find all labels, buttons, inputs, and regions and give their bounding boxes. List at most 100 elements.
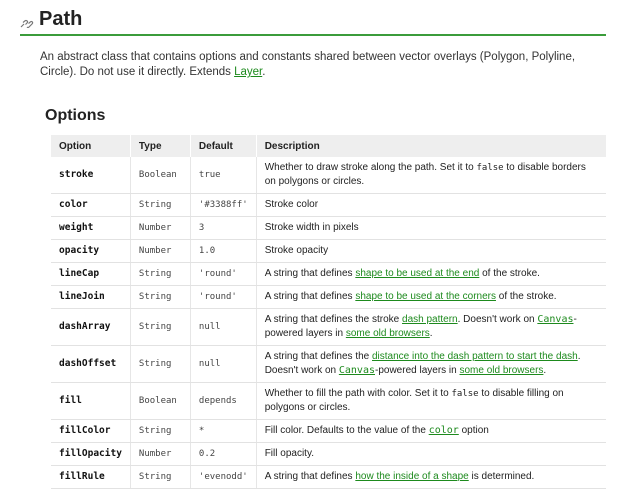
option-name: weight: [51, 216, 131, 240]
option-type: String: [130, 262, 191, 286]
link-icon[interactable]: [20, 18, 34, 28]
doc-link[interactable]: how the inside of a shape: [355, 471, 468, 482]
option-type: Boolean: [130, 157, 191, 194]
options-table: Option Type Default Description stroke Bo…: [51, 135, 606, 489]
doc-link[interactable]: some old browsers: [459, 365, 543, 376]
doc-link[interactable]: dash pattern: [402, 314, 458, 325]
option-description: Stroke color: [256, 193, 606, 217]
table-row: fillOpacity Number 0.2 Fill opacity.: [51, 442, 606, 466]
description-text: -powered layers in: [375, 365, 460, 376]
option-type: String: [130, 345, 191, 383]
option-default: 'round': [190, 262, 257, 286]
option-default: true: [190, 157, 257, 194]
table-row: fillRule String'evenodd' A string that def…: [51, 465, 606, 489]
option-name: fill: [51, 382, 131, 420]
option-type: Boolean: [130, 382, 191, 420]
column-header-option: Option: [51, 135, 131, 157]
option-name: fillRule: [51, 465, 131, 489]
table-header-row: Option Type Default Description: [51, 135, 606, 157]
option-type: Number: [130, 216, 191, 240]
option-description: Fill opacity.: [256, 442, 606, 466]
option-description: Stroke opacity: [256, 239, 606, 263]
table-row: weight Number 3 Stroke width in pixels: [51, 216, 606, 240]
description-text: of the stroke.: [495, 291, 557, 302]
doc-link[interactable]: distance into the dash pattern to start …: [372, 351, 578, 362]
intro-body: An abstract class that contains options …: [40, 51, 576, 78]
code-link[interactable]: Canvas: [339, 365, 375, 376]
description-text: Whether to draw stroke along the path. S…: [264, 162, 477, 173]
options-heading: Options: [45, 107, 106, 124]
option-type: String: [130, 419, 191, 443]
inline-code: false: [476, 163, 504, 173]
option-name: color: [51, 193, 131, 217]
option-description: A string that defines the stroke dash pa…: [256, 308, 606, 346]
option-description: A string that defines shape to be used a…: [256, 262, 606, 286]
option-type: String: [130, 285, 191, 309]
option-name: lineJoin: [51, 285, 131, 309]
option-description: Whether to fill the path with color. Set…: [256, 382, 606, 420]
option-default: null: [190, 345, 257, 383]
description-text: Stroke width in pixels: [264, 222, 359, 233]
description-text: Whether to fill the path with color. Set…: [264, 388, 452, 399]
description-text: Stroke opacity: [264, 245, 329, 256]
doc-link[interactable]: some old browsers: [346, 328, 430, 339]
option-name: dashArray: [51, 308, 131, 346]
option-name: dashOffset: [51, 345, 131, 383]
description-text: is determined.: [468, 471, 535, 482]
table-row: opacity Number 1.0 Stroke opacity: [51, 239, 606, 263]
table-row: fill Boolean depends Whether to fill the pa…: [51, 382, 606, 420]
table-row: dashArray String null A string that defines…: [51, 308, 606, 346]
doc-link[interactable]: shape to be used at the corners: [355, 291, 496, 302]
option-type: Number: [130, 442, 191, 466]
option-type: Number: [130, 239, 191, 263]
option-default: 'evenodd': [190, 465, 257, 489]
option-default: 0.2: [190, 442, 257, 466]
option-description: Whether to draw stroke along the path. S…: [256, 157, 606, 194]
description-text: .: [543, 365, 547, 376]
table-row: fillColor String * Fill color. Defaults to …: [51, 419, 606, 443]
description-text: option: [458, 425, 489, 436]
option-description: A string that defines how the inside of …: [256, 465, 606, 489]
description-text: of the stroke.: [479, 268, 540, 279]
description-text: Fill color. Defaults to the value of the: [264, 425, 429, 436]
option-default: null: [190, 308, 257, 346]
doc-link[interactable]: shape to be used at the end: [355, 268, 479, 279]
option-description: A string that defines the distance into …: [256, 345, 606, 383]
table-row: lineJoin String'round' A string that defin…: [51, 285, 606, 309]
column-header-type: Type: [130, 135, 191, 157]
option-default: '#3388ff': [190, 193, 257, 217]
option-name: opacity: [51, 239, 131, 263]
title-row: Path: [20, 6, 606, 36]
option-type: String: [130, 193, 191, 217]
description-text: A string that defines: [264, 268, 356, 279]
option-description: Stroke width in pixels: [256, 216, 606, 240]
description-text: A string that defines the stroke: [264, 314, 403, 325]
layer-link[interactable]: Layer: [234, 66, 262, 78]
description-text: A string that defines: [264, 471, 356, 482]
table-row: lineCap String'round' A string that define…: [51, 262, 606, 286]
option-description: A string that defines shape to be used a…: [256, 285, 606, 309]
table-row: dashOffset String null A string that define…: [51, 345, 606, 383]
inline-code: false: [451, 389, 479, 399]
table-row: stroke Boolean true Whether to draw stroke …: [51, 157, 606, 194]
option-type: String: [130, 465, 191, 489]
description-text: A string that defines the: [264, 351, 372, 362]
option-name: fillColor: [51, 419, 131, 443]
code-link[interactable]: Canvas: [537, 314, 573, 325]
option-default: *: [190, 419, 257, 443]
code-link[interactable]: color: [429, 425, 459, 436]
table-row: color String '#3388ff' Stroke color: [51, 193, 606, 217]
column-header-description: Description: [256, 135, 606, 157]
page-title: Path: [39, 8, 83, 30]
description-text: Stroke color: [264, 199, 319, 210]
option-name: stroke: [51, 157, 131, 194]
option-name: lineCap: [51, 262, 131, 286]
option-type: String: [130, 308, 191, 346]
option-default: depends: [190, 382, 257, 420]
option-name: fillOpacity: [51, 442, 131, 466]
intro-suffix: .: [262, 66, 266, 78]
option-default: 1.0: [190, 239, 257, 263]
description-text: Fill opacity.: [264, 448, 314, 459]
description-text: .: [429, 328, 433, 339]
option-default: 'round': [190, 285, 257, 309]
